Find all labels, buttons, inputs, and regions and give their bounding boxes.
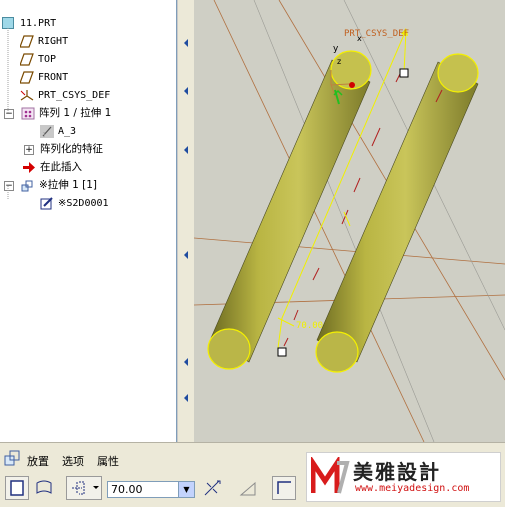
surface-button[interactable] (32, 476, 56, 500)
tree-item-label: A_3 (58, 126, 77, 137)
datum-plane-icon (20, 53, 34, 66)
insert-here-arrow-icon (23, 162, 35, 173)
tree-item-label: RIGHT (38, 36, 69, 47)
sketch-icon (40, 197, 53, 210)
expand-icon[interactable]: + (24, 145, 34, 155)
remove-material-icon (239, 481, 256, 496)
chevron-down-icon[interactable]: ▼ (178, 482, 194, 497)
watermark-logo: 美雅設計 www.meiyadesign.com (306, 452, 501, 502)
tab-placement[interactable]: 放置 (27, 453, 49, 469)
coordinate-system-icon (20, 90, 34, 101)
model-tree: 11.PRT RIGHT TOP FRONT PRT_CSYS_DEF − 阵列… (0, 0, 177, 442)
surface-icon (36, 480, 52, 494)
tree-item-label: TOP (38, 54, 57, 65)
datum-axis-icon (40, 125, 54, 138)
axis-label-y: y (333, 44, 339, 54)
tree-item-label: ※S2D0001 (58, 198, 109, 209)
solid-icon (10, 480, 24, 496)
brand-url: www.meiyadesign.com (355, 483, 470, 494)
brand-logo-icon (311, 457, 350, 494)
axis-label-x: x (357, 34, 362, 43)
flip-direction-button[interactable] (200, 476, 224, 500)
splitter-arrows (184, 39, 188, 402)
depth-value[interactable]: 70.00 (111, 483, 143, 496)
model-view[interactable]: PRT_CSYS_DEF y z x 70.00 (194, 0, 505, 442)
graphics-viewport[interactable]: PRT_CSYS_DEF y z x 70.00 (194, 0, 505, 442)
drag-handle-top[interactable] (399, 68, 409, 78)
tree-root-label: 11.PRT (20, 18, 57, 29)
extrude-icon (21, 180, 33, 192)
collapse-icon[interactable]: − (4, 181, 14, 191)
tree-item-label: FRONT (38, 72, 69, 83)
tree-item-label: 阵列 1 / 拉伸 1 (39, 107, 112, 119)
tree-item-label: 在此插入 (40, 161, 82, 173)
drag-handle-bottom[interactable] (277, 347, 287, 357)
tab-options[interactable]: 选项 (62, 453, 84, 469)
csys-label: PRT_CSYS_DEF (344, 29, 409, 39)
datum-plane-icon (20, 35, 34, 48)
brand-name: 美雅設計 (353, 460, 441, 484)
depth-value-field[interactable]: 70.00 ▼ (107, 481, 195, 498)
datum-plane-icon (20, 71, 34, 84)
pattern-icon (21, 107, 35, 120)
part-icon (2, 17, 14, 29)
collapse-icon[interactable]: − (4, 109, 14, 119)
flip-direction-icon (204, 480, 221, 496)
blind-depth-icon (72, 481, 99, 495)
thicken-button[interactable] (272, 476, 296, 500)
axis-label-z: z (337, 57, 341, 66)
tree-item-label: ※拉伸 1 [1] (39, 179, 98, 191)
tree-item-label: 阵列化的特征 (40, 143, 103, 155)
dimension-value[interactable]: 70.00 (296, 321, 323, 331)
remove-material-button[interactable] (236, 476, 260, 500)
depth-option-button[interactable] (66, 476, 102, 500)
panel-splitter[interactable] (177, 0, 194, 442)
solid-button[interactable] (5, 476, 29, 500)
feature-extrude-icon (4, 450, 20, 466)
thicken-icon (277, 481, 291, 494)
tree-item-label: PRT_CSYS_DEF (38, 90, 111, 101)
tab-properties[interactable]: 属性 (97, 453, 119, 469)
